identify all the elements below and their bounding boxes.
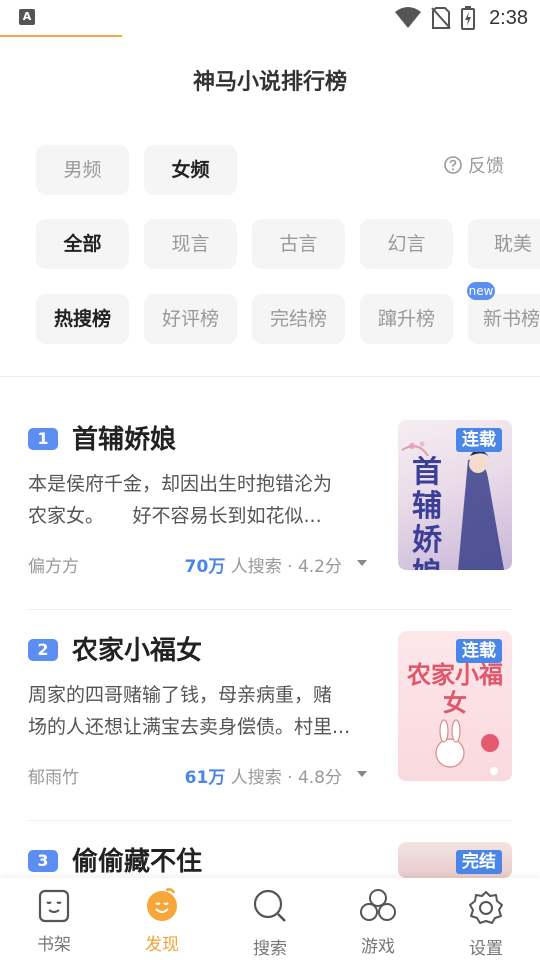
book-author[interactable]: 偏方方 <box>28 552 79 577</box>
feedback-button[interactable]: 反馈 <box>444 152 504 178</box>
expand-caret-icon[interactable] <box>357 560 367 566</box>
cover-title-art: 首辅娇娘 <box>412 455 442 571</box>
item-divider <box>28 609 512 610</box>
discover-icon <box>147 888 177 921</box>
tab-category-danmei[interactable]: 耽美 <box>468 219 540 269</box>
bookshelf-icon <box>38 889 70 923</box>
tab-category-modern[interactable]: 现言 <box>144 219 237 269</box>
status-bar: A 2:38 <box>0 0 540 36</box>
book-description-line: 周家的四哥赌输了钱，母亲病重，赌 <box>28 684 333 706</box>
book-item[interactable]: 3 偷偷藏不住 完结 <box>28 842 512 878</box>
notification-a-icon: A <box>19 9 35 25</box>
book-cover[interactable]: 连载 首辅娇娘 <box>398 420 512 570</box>
tab-label: 搜索 <box>253 939 287 959</box>
page-title: 神马小说排行榜 <box>192 70 347 95</box>
section-divider <box>0 376 540 377</box>
search-suffix: 人搜索 · 4.8分 <box>230 768 342 788</box>
tab-bookshelf[interactable]: 书架 <box>0 878 108 960</box>
cover-title-art: 农家小福女 <box>407 661 503 717</box>
clock: 2:38 <box>489 6 528 29</box>
tab-category-ancient[interactable]: 古言 <box>252 219 345 269</box>
tab-rank-new[interactable]: 新书榜 <box>468 294 540 344</box>
new-badge: new <box>467 282 495 300</box>
book-title[interactable]: 偷偷藏不住 <box>72 841 202 878</box>
search-count: 70万 <box>184 557 226 577</box>
tab-games[interactable]: 游戏 <box>324 878 432 960</box>
tab-rank-rising[interactable]: 蹿升榜 <box>360 294 453 344</box>
book-title[interactable]: 首辅娇娘 <box>72 419 176 456</box>
item-divider <box>28 820 512 821</box>
book-description-line: 本是侯府千金，却因出生时抱错沦为 <box>28 473 333 495</box>
tab-label: 设置 <box>469 939 503 959</box>
book-author[interactable]: 郁雨竹 <box>28 763 79 788</box>
tab-category-all[interactable]: 全部 <box>36 219 129 269</box>
book-cover[interactable]: 连载 农家小福女 <box>398 631 512 781</box>
search-icon <box>253 889 286 922</box>
wifi-icon <box>395 7 422 28</box>
book-description: 本是侯府千金，却因出生时抱错沦为 农家女。 好不容易长到如花似... <box>28 468 368 532</box>
tab-label: 发现 <box>145 935 179 955</box>
book-stats: 70万 人搜索 · 4.2分 <box>185 552 342 577</box>
book-description-line: 场的人还想让满宝去卖身偿债。村里... <box>28 716 351 738</box>
search-suffix: 人搜索 · 4.2分 <box>230 557 342 577</box>
tab-rank-hot[interactable]: 热搜榜 <box>36 294 129 344</box>
tab-female[interactable]: 女频 <box>144 145 237 195</box>
status-icons: 2:38 <box>395 4 528 32</box>
tab-category-fantasy[interactable]: 幻言 <box>360 219 453 269</box>
battery-charging-icon <box>461 6 476 30</box>
expand-caret-icon[interactable] <box>357 771 367 777</box>
cover-status-tag: 连载 <box>456 639 502 663</box>
book-item[interactable]: 1 首辅娇娘 本是侯府千金，却因出生时抱错沦为 农家女。 好不容易长到如花似..… <box>28 420 512 640</box>
game-icon <box>360 889 396 921</box>
tab-settings[interactable]: 设置 <box>432 878 540 960</box>
tab-discover[interactable]: 发现 <box>108 878 216 960</box>
book-title[interactable]: 农家小福女 <box>72 630 202 667</box>
search-count: 61万 <box>184 768 226 788</box>
book-description-line: 农家女。 好不容易长到如花似... <box>28 505 322 527</box>
loading-progress-line <box>0 35 122 37</box>
tab-rank-rated[interactable]: 好评榜 <box>144 294 237 344</box>
rank-badge: 2 <box>28 639 58 661</box>
no-sim-icon <box>431 7 451 29</box>
question-icon <box>444 156 462 174</box>
tab-male[interactable]: 男频 <box>36 145 129 195</box>
cover-status-tag: 连载 <box>456 428 502 452</box>
book-stats: 61万 人搜索 · 4.8分 <box>185 763 342 788</box>
feedback-label: 反馈 <box>468 156 504 177</box>
tab-search[interactable]: 搜索 <box>216 878 324 960</box>
book-item[interactable]: 2 农家小福女 周家的四哥赌输了钱，母亲病重，赌 场的人还想让满宝去卖身偿债。村… <box>28 631 512 851</box>
rank-badge: 1 <box>28 428 58 450</box>
tab-label: 游戏 <box>361 937 395 957</box>
book-description: 周家的四哥赌输了钱，母亲病重，赌 场的人还想让满宝去卖身偿债。村里... <box>28 679 368 743</box>
tab-label: 书架 <box>37 935 71 955</box>
tab-rank-completed[interactable]: 完结榜 <box>252 294 345 344</box>
cover-status-tag: 完结 <box>456 850 502 874</box>
book-cover[interactable]: 完结 <box>398 842 512 878</box>
rank-badge: 3 <box>28 850 58 872</box>
settings-icon <box>469 891 503 924</box>
bottom-tab-bar: 书架 发现 搜索 游戏 设置 <box>0 878 540 960</box>
